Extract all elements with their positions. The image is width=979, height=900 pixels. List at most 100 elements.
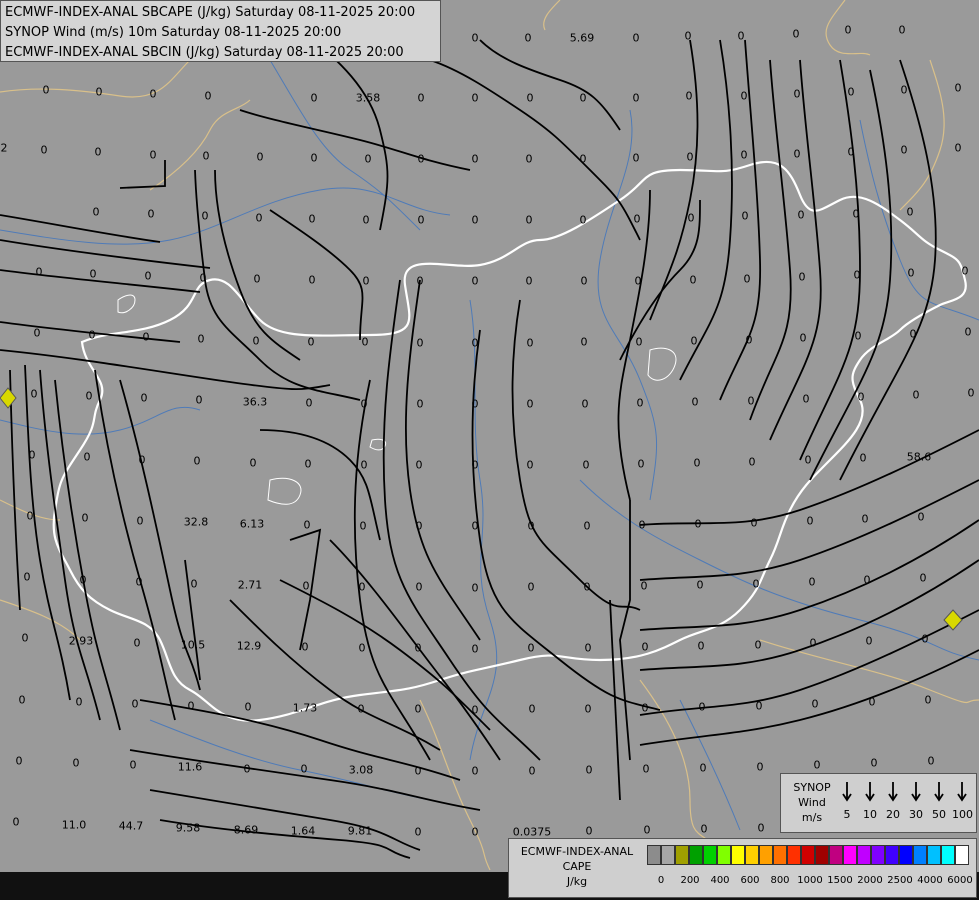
cape-value-label: 0: [362, 274, 370, 288]
wind-legend-title-3: m/s: [801, 811, 823, 824]
cape-value-label: 0: [804, 453, 812, 467]
cape-legend-title-2: CAPE: [562, 860, 592, 873]
cape-value-label: 12.9: [236, 639, 262, 653]
cape-swatch: [661, 845, 675, 865]
cape-value-label: 0: [584, 641, 592, 655]
cape-value-label: 0: [310, 151, 318, 165]
cape-value-label: 0: [471, 274, 479, 288]
cape-swatch: [675, 845, 689, 865]
cape-value-label: 0: [147, 207, 155, 221]
cape-swatch: [913, 845, 927, 865]
streamline: [0, 239, 211, 269]
cape-value-label: 0: [15, 754, 23, 768]
cape-value-label: 0: [694, 517, 702, 531]
cape-swatch: [689, 845, 703, 865]
cape-scale-tick: 600: [740, 875, 760, 886]
cape-swatch: [829, 845, 843, 865]
wind-arrow-icon: [934, 782, 944, 802]
wind-arrow-icon: [865, 782, 875, 802]
cape-value-label: 0: [802, 392, 810, 406]
cape-value-label: 0: [686, 150, 694, 164]
cape-value-label: 0: [868, 695, 876, 709]
cape-value-label: 0: [757, 821, 765, 835]
streamline: [639, 479, 979, 581]
cape-value-label: 0: [907, 266, 915, 280]
streamline: [129, 749, 481, 811]
cape-value-label: 0: [954, 81, 962, 95]
cape-value-label: 0: [140, 391, 148, 405]
cape-scale-tick: 800: [770, 875, 790, 886]
cape-value-label: 8.69: [233, 823, 259, 837]
cape-value-label: 0: [927, 754, 935, 768]
cape-scale-tick: 6000: [947, 875, 973, 886]
weather-map[interactable]: 0005.69000000000003.58000000000002000000…: [0, 0, 979, 900]
streamline: [149, 789, 421, 851]
cape-value-label: 0: [741, 209, 749, 223]
cape-value-label: 0: [813, 758, 821, 772]
cape-value-label: 0: [415, 519, 423, 533]
cape-value-label: 0: [865, 634, 873, 648]
cape-value-label: 0: [193, 454, 201, 468]
cape-value-label: 0: [847, 85, 855, 99]
cape-value-label: 0: [471, 458, 479, 472]
cape-value-label: 0: [190, 577, 198, 591]
cape-value-label: 0: [136, 514, 144, 528]
cape-swatch: [773, 845, 787, 865]
cape-value-label: 5.69: [569, 31, 595, 45]
cape-value-label: 0: [755, 699, 763, 713]
cape-value-label: 36.3: [242, 395, 268, 409]
cape-value-label: 3.08: [348, 763, 374, 777]
cape-value-label: 10.5: [180, 638, 206, 652]
wind-legend: SYNOP Wind m/s 5 10 20 30 50 100: [780, 773, 977, 833]
cape-value-label: 0: [917, 510, 925, 524]
cape-value-label: 0: [360, 397, 368, 411]
rivers: [0, 59, 979, 831]
cape-value-label: 0: [750, 516, 758, 530]
cape-value-label: 0: [693, 456, 701, 470]
cape-value-label: 0: [202, 149, 210, 163]
map-title-box: ECMWF-INDEX-ANAL SBCAPE (J/kg) Saturday …: [0, 0, 441, 62]
cape-value-label: 0: [793, 147, 801, 161]
cape-value-label: 58.6: [906, 450, 932, 464]
cape-value-label: 0: [844, 23, 852, 37]
cape-swatch: [703, 845, 717, 865]
cape-value-label: 0: [754, 638, 762, 652]
cape-value-label: 0: [144, 269, 152, 283]
streamline: [479, 39, 621, 131]
cape-value-label: 0: [360, 458, 368, 472]
cape-scale-tick: 0: [657, 875, 665, 886]
cape-value-label: 0: [415, 580, 423, 594]
cape-value-label: 0: [745, 333, 753, 347]
cape-value-label: 0: [187, 699, 195, 713]
cape-value-label: 0: [921, 632, 929, 646]
cape-value-label: 0: [471, 764, 479, 778]
cape-value-label: 0: [526, 336, 534, 350]
cape-value-label: 0: [303, 518, 311, 532]
cape-value-label: 0: [364, 152, 372, 166]
cape-value-label: 11.6: [177, 760, 203, 774]
cape-value-label: 0: [88, 328, 96, 342]
cape-value-label: 0: [898, 23, 906, 37]
cape-value-label: 0: [135, 575, 143, 589]
cape-swatch: [843, 845, 857, 865]
cape-value-label: 0: [304, 457, 312, 471]
cape-value-label: 0: [417, 91, 425, 105]
cape-value-label: 0: [471, 825, 479, 839]
cape-value-label: 0: [526, 91, 534, 105]
cape-value-label: 0: [471, 152, 479, 166]
cape-value-label: 0: [632, 151, 640, 165]
cape-value-label: 0: [417, 152, 425, 166]
streamline: [229, 599, 441, 751]
cape-value-label: 0: [204, 89, 212, 103]
cape-value-label: 0: [138, 453, 146, 467]
cape-value-label: 0: [642, 762, 650, 776]
streamline: [0, 214, 161, 243]
streamline: [619, 500, 631, 761]
cape-value-label: 0: [811, 697, 819, 711]
cape-value-label: 2: [0, 141, 8, 155]
streamline: [94, 369, 176, 721]
wind-legend-key-label: 10: [863, 808, 877, 821]
cape-value-label: 0: [912, 388, 920, 402]
cape-value-label: 0: [634, 274, 642, 288]
cape-value-label: 0: [964, 325, 972, 339]
